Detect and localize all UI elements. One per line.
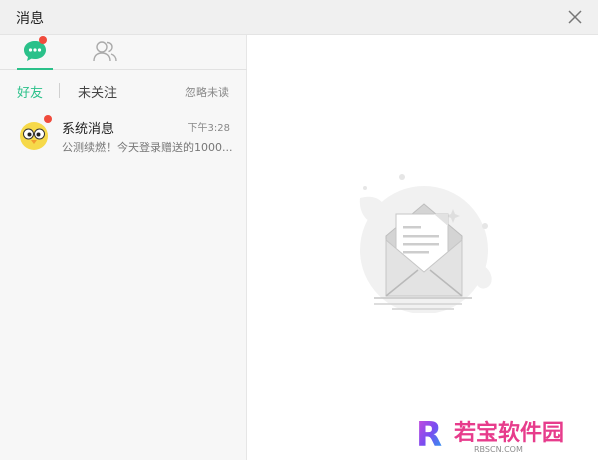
tab-chat[interactable] [22,36,48,64]
subtab-divider [59,83,60,98]
subtab-bar: 好友 未关注 忽略未读 [0,70,247,110]
ignore-unread-link[interactable]: 忽略未读 [185,84,229,100]
watermark-domain: RBSCN.COM [474,445,523,454]
message-time: 下午3:28 [187,123,230,134]
chick-avatar-icon [20,122,48,150]
message-sender: 系统消息 [62,122,115,137]
tab-contacts[interactable] [92,38,118,64]
watermark-logo: R [416,415,442,454]
chat-unread-dot [39,36,47,44]
close-icon[interactable] [566,8,584,26]
icon-tab-bar [0,35,247,70]
watermark: R 若宝软件园 RBSCN.COM [414,414,590,455]
message-preview: 公测续燃！今天登录赠送的1000... [62,141,232,154]
watermark-brand: 若宝软件园 [454,420,564,446]
sidebar: 好友 未关注 忽略未读 系统消息 下午3:28 公测续燃！今天登录赠送的1000… [0,35,247,460]
message-window: 消息 好友 未关注 忽略未读 系统消息 下午3:28 公测续燃！今天登录赠送的1… [0,0,598,460]
list-item[interactable]: 系统消息 下午3:28 公测续燃！今天登录赠送的1000... [0,112,246,164]
tab-not-followed[interactable]: 未关注 [78,82,117,101]
envelope-letter-icon [359,174,492,313]
title-bar: 消息 [0,0,598,35]
contacts-icon [93,41,117,62]
tab-friends[interactable]: 好友 [17,82,43,101]
unread-badge [44,115,52,123]
window-title: 消息 [16,11,44,27]
